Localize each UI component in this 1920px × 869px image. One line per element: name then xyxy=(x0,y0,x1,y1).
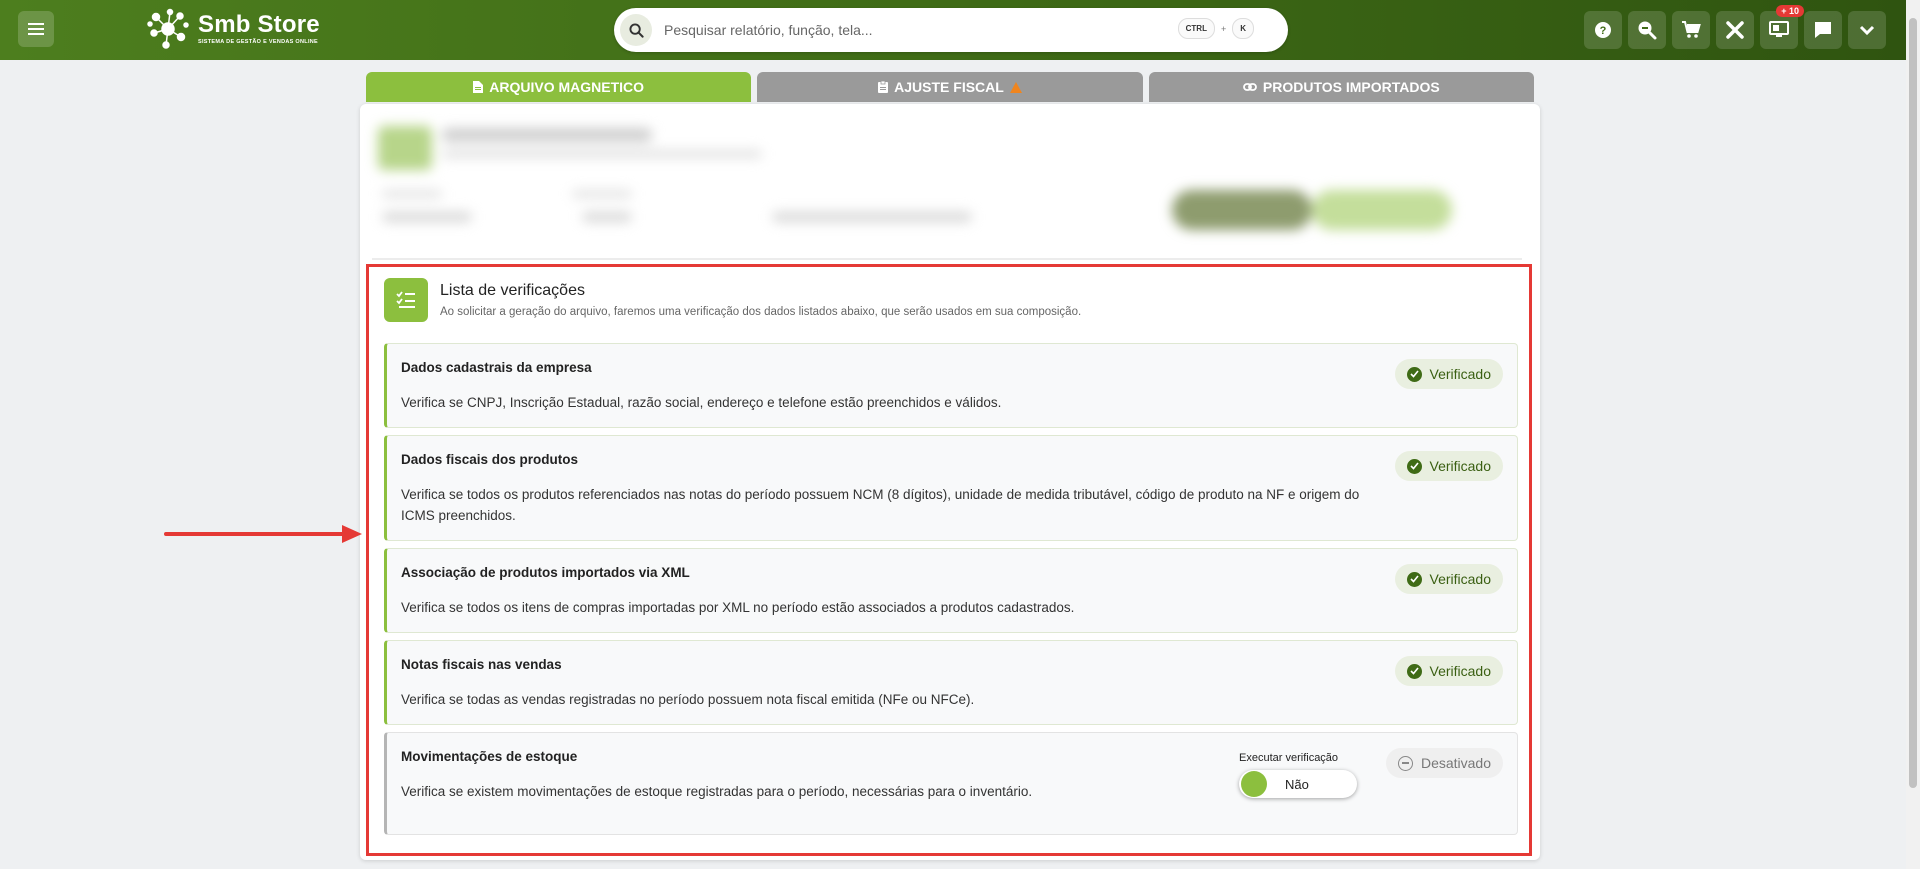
checklist-subtitle: Ao solicitar a geração do arquivo, farem… xyxy=(440,306,1082,318)
check-circle-icon xyxy=(1406,366,1422,382)
top-bar: Smb Store SISTEMA DE GESTÃO E VENDAS ONL… xyxy=(0,0,1906,60)
shortcut-plus: + xyxy=(1220,23,1227,34)
status-label: Verificado xyxy=(1429,366,1491,382)
status-label: Verificado xyxy=(1429,663,1491,679)
check-circle-icon xyxy=(1406,458,1422,474)
search-bar[interactable]: CTRL + K xyxy=(614,8,1288,52)
blurred-header-area xyxy=(372,112,1522,262)
tab-produtos-importados[interactable]: PRODUTOS IMPORTADOS xyxy=(1148,72,1534,102)
search-shortcut: CTRL + K xyxy=(1177,18,1254,39)
dropdown-button[interactable] xyxy=(1848,11,1886,49)
search-input[interactable] xyxy=(664,22,1184,38)
check-item-description: Verifica se todas as vendas registradas … xyxy=(401,692,975,707)
zoom-button[interactable] xyxy=(1628,11,1666,49)
check-item-title: Dados cadastrais da empresa xyxy=(401,360,592,375)
tools-button[interactable] xyxy=(1716,11,1754,49)
status-label: Verificado xyxy=(1429,571,1491,587)
annotation-arrow-icon xyxy=(164,525,362,543)
toggle-label: Não xyxy=(1285,776,1309,792)
logo-network-icon xyxy=(147,8,189,49)
help-icon: ? xyxy=(1595,22,1611,38)
page-scrollbar[interactable] xyxy=(1906,0,1920,869)
tab-label: PRODUTOS IMPORTADOS xyxy=(1262,79,1440,95)
minus-circle-icon xyxy=(1397,755,1413,771)
check-circle-icon xyxy=(1406,663,1422,679)
execute-check-toggle[interactable]: Não xyxy=(1239,770,1357,798)
status-badge: Verificado xyxy=(1394,564,1503,594)
status-badge: Desativado xyxy=(1385,748,1503,778)
zoom-icon xyxy=(1638,21,1657,40)
monitor-button[interactable]: + 10 xyxy=(1760,5,1804,49)
brand-logo[interactable]: Smb Store SISTEMA DE GESTÃO E VENDAS ONL… xyxy=(146,6,320,52)
check-item-produtos-xml: Associação de produtos importados via XM… xyxy=(384,548,1518,633)
shortcut-key-k: K xyxy=(1232,18,1254,39)
check-item-notas-fiscais: Notas fiscais nas vendas Verifica se tod… xyxy=(384,640,1518,725)
status-badge: Verificado xyxy=(1394,359,1503,389)
checklist-header: Lista de verificações Ao solicitar a ger… xyxy=(384,278,1518,336)
check-item-description: Verifica se todos os produtos referencia… xyxy=(401,487,1360,523)
shortcut-key-ctrl: CTRL xyxy=(1177,18,1215,39)
check-item-description: Verifica se todos os itens de compras im… xyxy=(401,600,1075,615)
brand-text: Smb Store SISTEMA DE GESTÃO E VENDAS ONL… xyxy=(198,11,320,46)
status-badge: Verificado xyxy=(1394,451,1503,481)
check-item-title: Dados fiscais dos produtos xyxy=(401,452,579,467)
scrollbar-thumb[interactable] xyxy=(1909,18,1917,788)
check-item-movimentacoes-estoque: Movimentações de estoque Verifica se exi… xyxy=(384,732,1518,835)
menu-button[interactable] xyxy=(18,11,54,47)
checklist-titles: Lista de verificações Ao solicitar a ger… xyxy=(440,278,1081,318)
warning-icon xyxy=(1009,81,1022,93)
tab-label: ARQUIVO MAGNETICO xyxy=(489,79,645,95)
check-item-dados-fiscais: Dados fiscais dos produtos Verifica se t… xyxy=(384,435,1518,541)
status-label: Desativado xyxy=(1420,755,1491,771)
check-item-description: Verifica se CNPJ, Inscrição Estadual, ra… xyxy=(401,395,1002,410)
status-badge: Verificado xyxy=(1394,656,1503,686)
chevron-down-icon xyxy=(1859,25,1875,36)
tab-ajuste-fiscal[interactable]: AJUSTE FISCAL xyxy=(757,72,1143,102)
check-item-description: Verifica se existem movimentações de est… xyxy=(401,784,1033,799)
cart-icon xyxy=(1682,21,1701,38)
checklist-section: Lista de verificações Ao solicitar a ger… xyxy=(384,278,1518,835)
search-icon xyxy=(620,14,652,46)
brand-name: Smb Store xyxy=(198,11,320,38)
chat-button[interactable] xyxy=(1804,11,1842,49)
tools-icon xyxy=(1726,21,1744,39)
section-divider xyxy=(372,258,1522,260)
check-item-dados-cadastrais: Dados cadastrais da empresa Verifica se … xyxy=(384,343,1518,428)
checklist-title: Lista de verificações xyxy=(440,282,585,299)
hamburger-icon xyxy=(28,28,44,30)
link-icon xyxy=(1243,81,1257,93)
monitor-icon xyxy=(1769,21,1789,37)
file-icon xyxy=(473,81,484,93)
main-card: Lista de verificações Ao solicitar a ger… xyxy=(360,104,1540,860)
help-button[interactable]: ? xyxy=(1584,11,1622,49)
status-label: Verificado xyxy=(1429,458,1491,474)
chat-icon xyxy=(1815,22,1831,38)
toggle-knob[interactable] xyxy=(1241,771,1267,797)
clipboard-icon xyxy=(878,81,889,93)
tab-arquivo-magnetico[interactable]: ARQUIVO MAGNETICO xyxy=(366,72,752,102)
tab-label: AJUSTE FISCAL xyxy=(894,79,1004,95)
checklist-icon xyxy=(384,278,428,322)
tab-bar: ARQUIVO MAGNETICO AJUSTE FISCAL PRODUTOS… xyxy=(366,72,1534,102)
check-circle-icon xyxy=(1406,571,1422,587)
execute-check-label: Executar verificação xyxy=(1239,752,1339,764)
execute-check-control: Executar verificação Não xyxy=(1239,752,1357,798)
brand-tagline: SISTEMA DE GESTÃO E VENDAS ONLINE xyxy=(198,39,319,45)
svg-text:?: ? xyxy=(1600,25,1607,37)
check-item-title: Notas fiscais nas vendas xyxy=(401,657,562,672)
check-item-title: Associação de produtos importados via XM… xyxy=(401,565,690,580)
cart-button[interactable] xyxy=(1672,11,1710,49)
notification-badge: + 10 xyxy=(1776,5,1804,17)
toolbar-icons: ? + 10 xyxy=(1578,5,1886,49)
